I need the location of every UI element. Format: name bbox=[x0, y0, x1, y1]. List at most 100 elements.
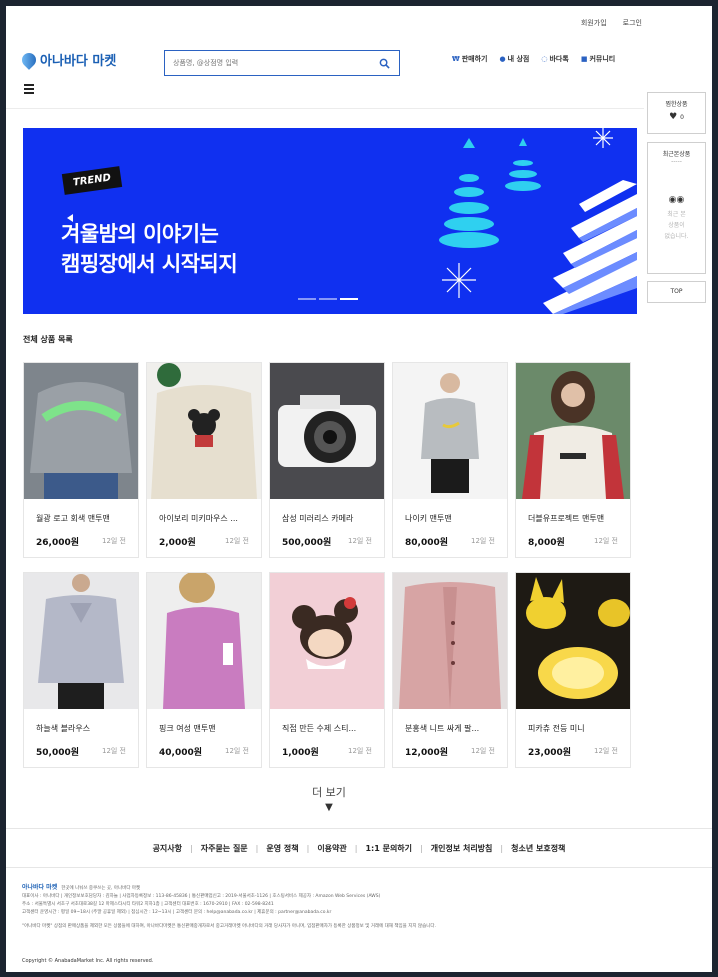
product-image bbox=[516, 363, 630, 499]
heart-icon: ♥ bbox=[669, 112, 678, 122]
footer-logo: 아나바다 마켓 bbox=[22, 884, 58, 891]
copyright: Copyright © AnabadaMarket Inc. All right… bbox=[22, 958, 154, 964]
community-button[interactable]: ■ 커뮤니티 bbox=[581, 54, 615, 64]
product-card[interactable]: 아이보리 미키마우스 ... 2,000원 12일 전 bbox=[146, 362, 262, 558]
product-image bbox=[24, 363, 138, 499]
sell-button[interactable]: ₩ 판매하기 bbox=[452, 54, 488, 64]
product-price: 26,000원 bbox=[36, 538, 80, 548]
product-name: 나이키 맨투맨 bbox=[405, 514, 452, 523]
product-price: 500,000원 bbox=[282, 538, 332, 548]
footer-link-privacy[interactable]: 개인정보 처리방침 bbox=[431, 843, 493, 854]
logo-drop-icon bbox=[19, 49, 39, 70]
product-name: 아이보리 미키마우스 ... bbox=[159, 514, 238, 523]
person-icon: ● bbox=[499, 55, 506, 63]
footer-brand-row: 아나바다 마켓 한곳에 나눠쓰 중쿠쓰는 곳, 아나바다 마켓 bbox=[22, 884, 682, 893]
footer-line: 대표이사 : 아나바다 | 개인정보보호담당자 : 김하늘 | 사업자등록정보 … bbox=[22, 894, 381, 899]
login-link[interactable]: 로그인 bbox=[623, 18, 642, 28]
promo-banner[interactable]: TREND 겨울밤의 이야기는 캠핑장에서 시작되지 bbox=[23, 128, 637, 314]
load-more-button[interactable]: 더 보기 ▼ bbox=[294, 784, 364, 813]
product-time: 12일 전 bbox=[593, 747, 618, 755]
footer-slogan: 한곳에 나눠쓰 중쿠쓰는 곳, 아나바다 마켓 bbox=[61, 886, 141, 891]
banner-pagination bbox=[298, 298, 358, 300]
footer-link-notice[interactable]: 공지사항 bbox=[153, 843, 182, 854]
banner-dot[interactable] bbox=[319, 298, 337, 300]
product-price: 8,000원 bbox=[528, 538, 565, 548]
product-price: 1,000원 bbox=[282, 748, 319, 758]
recent-title: 최근본상품 bbox=[662, 151, 691, 158]
recent-dash: ----- bbox=[671, 158, 682, 165]
footer-line: 고객센터 운영시간 : 평일 09~18시 (주말 공휴일 제외) | 점심시간… bbox=[22, 910, 332, 915]
recent-empty-line: 없습니다. bbox=[664, 233, 689, 240]
chat-icon: ◌ bbox=[541, 55, 548, 63]
product-image bbox=[270, 363, 384, 499]
product-card[interactable]: 삼성 미러리스 카메라 500,000원 12일 전 bbox=[269, 362, 385, 558]
nav-label: 바다톡 bbox=[549, 55, 569, 63]
footer-info: 아나바다 마켓 한곳에 나눠쓰 중쿠쓰는 곳, 아나바다 마켓 대표이사 : 아나… bbox=[22, 884, 682, 931]
footer-line: "아나바다 마켓" 상점의 판매상품을 제외한 모든 상품들에 대하여, 아나바… bbox=[22, 924, 436, 929]
product-time: 12일 전 bbox=[224, 747, 249, 755]
page: 회원가입 로그인 아나바다 마켓 ₩판매하기 ●내 상점 ◌바다톡 ■커뮤니티 bbox=[6, 6, 712, 972]
header-nav: ₩ 판매하기 ● 내 상점 ◌ 바다톡 ■ 커뮤니티 bbox=[452, 54, 615, 64]
product-card[interactable]: 나이키 맨투맨 80,000원 12일 전 bbox=[392, 362, 508, 558]
banner-dot-active[interactable] bbox=[340, 298, 358, 300]
product-card[interactable]: 피카츄 전등 미니 23,000원 12일 전 bbox=[515, 572, 631, 768]
search-icon[interactable] bbox=[377, 56, 391, 70]
product-name: 피카츄 전등 미니 bbox=[528, 724, 585, 733]
product-card[interactable]: 월광 로고 회색 맨투맨 26,000원 12일 전 bbox=[23, 362, 139, 558]
product-image bbox=[147, 573, 261, 709]
separator: | bbox=[190, 843, 193, 853]
top-button[interactable]: TOP bbox=[647, 281, 706, 303]
chat-button[interactable]: ◌ 바다톡 bbox=[541, 54, 568, 64]
product-name: 핑크 여성 맨투맨 bbox=[159, 724, 216, 733]
recent-empty-text: 최근 본 상품이 없습니다. bbox=[648, 209, 705, 242]
product-price: 2,000원 bbox=[159, 538, 196, 548]
product-card[interactable]: 분홍색 니트 싸게 팔... 12,000원 12일 전 bbox=[392, 572, 508, 768]
triangle-down-icon: ▼ bbox=[325, 802, 333, 813]
liked-title: 찜한상품 bbox=[665, 101, 688, 108]
footer-nav: 공지사항 | 자주묻는 질문 | 운영 정책 | 이용약관 | 1:1 문의하기 | 개인… bbox=[6, 828, 712, 868]
footer-link-terms[interactable]: 이용약관 bbox=[317, 843, 346, 854]
product-image bbox=[393, 573, 507, 709]
board-icon: ■ bbox=[580, 55, 588, 63]
header-divider bbox=[6, 108, 644, 109]
footer-link-policy[interactable]: 운영 정책 bbox=[266, 843, 298, 854]
product-price: 12,000원 bbox=[405, 748, 449, 758]
footer-link-youth[interactable]: 청소년 보호정책 bbox=[511, 843, 565, 854]
product-time: 12일 전 bbox=[593, 537, 618, 545]
product-name: 직접 만든 수제 스티... bbox=[282, 724, 357, 733]
site-logo[interactable]: 아나바다 마켓 bbox=[19, 49, 117, 70]
footer-link-inquiry[interactable]: 1:1 문의하기 bbox=[365, 843, 412, 854]
load-more-label: 더 보기 bbox=[312, 786, 346, 799]
recent-empty-line: 상품이 bbox=[668, 222, 685, 229]
product-time: 12일 전 bbox=[470, 537, 495, 545]
signup-link[interactable]: 회원가입 bbox=[581, 18, 607, 28]
my-shop-button[interactable]: ● 내 상점 bbox=[500, 54, 530, 64]
product-name: 삼성 미러리스 카메라 bbox=[282, 514, 354, 523]
product-card[interactable]: 핑크 여성 맨투맨 40,000원 12일 전 bbox=[146, 572, 262, 768]
menu-icon[interactable] bbox=[24, 84, 34, 96]
separator: | bbox=[306, 843, 310, 853]
banner-headline-2: 캠핑장에서 시작되지 bbox=[61, 252, 238, 276]
product-name: 월광 로고 회색 맨투맨 bbox=[36, 514, 110, 523]
product-time: 12일 전 bbox=[470, 747, 495, 755]
product-card[interactable]: 직접 만든 수제 스티... 1,000원 12일 전 bbox=[269, 572, 385, 768]
product-card[interactable]: 더블유프로젝트 맨투맨 8,000원 12일 전 bbox=[515, 362, 631, 558]
product-card[interactable]: 하늘색 블라우스 50,000원 12일 전 bbox=[23, 572, 139, 768]
liked-products-widget[interactable]: 찜한상품 ♥ 0 bbox=[647, 92, 706, 134]
product-name: 분홍색 니트 싸게 팔... bbox=[405, 724, 480, 733]
search-input[interactable] bbox=[173, 59, 377, 67]
product-time: 12일 전 bbox=[347, 747, 372, 755]
logo-text: 아나바다 마켓 bbox=[40, 54, 117, 69]
separator: | bbox=[420, 843, 423, 853]
product-time: 12일 전 bbox=[224, 537, 249, 545]
separator: | bbox=[255, 843, 259, 853]
search-bar bbox=[164, 50, 400, 76]
eyes-icon: ◉◉ bbox=[668, 195, 685, 205]
product-image bbox=[516, 573, 630, 709]
banner-dot[interactable] bbox=[298, 298, 316, 300]
nav-label: 내 상점 bbox=[507, 55, 530, 63]
product-price: 50,000원 bbox=[36, 748, 80, 758]
footer-link-faq[interactable]: 자주묻는 질문 bbox=[201, 843, 248, 854]
product-name: 하늘색 블라우스 bbox=[36, 724, 91, 733]
product-image bbox=[147, 363, 261, 499]
